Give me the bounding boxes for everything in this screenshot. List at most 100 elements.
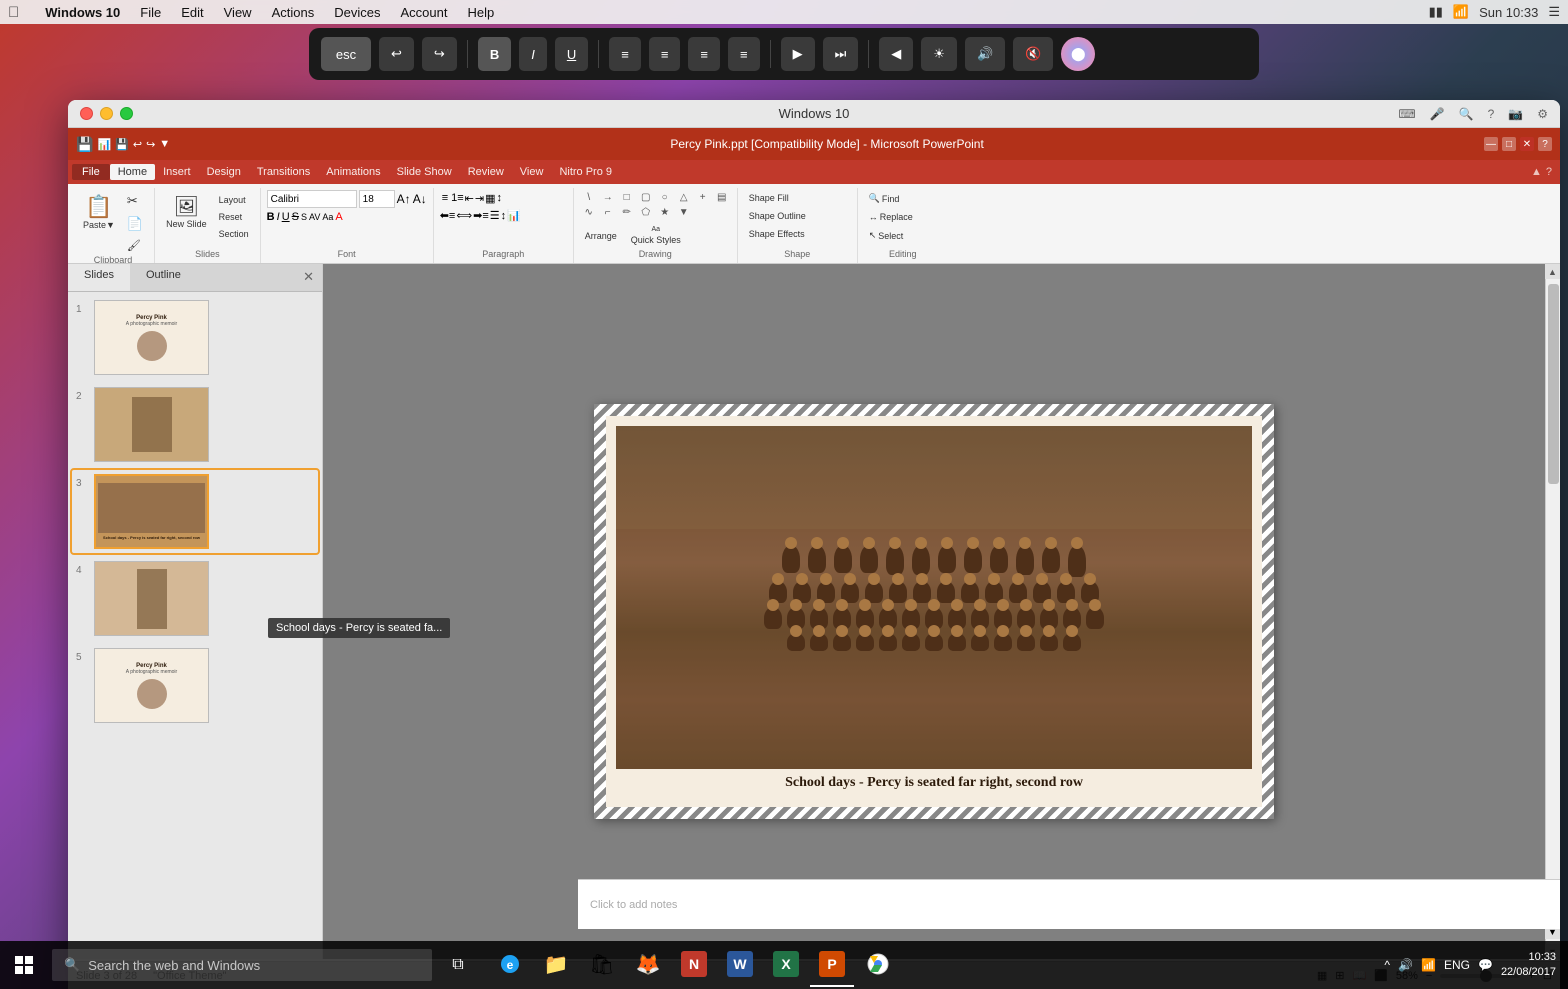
tb-align-right-button[interactable]: ≡: [688, 37, 720, 71]
strikethrough-button[interactable]: S: [292, 211, 299, 223]
slide-thumb-5[interactable]: Percy Pink A photographic memoir: [94, 648, 209, 723]
tab-outline[interactable]: Outline: [130, 264, 197, 291]
taskbar-store[interactable]: 🛍: [580, 943, 624, 987]
underline-button[interactable]: U: [282, 211, 290, 223]
decrease-font-btn[interactable]: A↓: [413, 192, 427, 206]
scroll-up-btn[interactable]: ▲: [1545, 264, 1560, 279]
help-icon[interactable]: ?: [1488, 107, 1495, 121]
kb-icon[interactable]: ⌨: [1398, 107, 1415, 121]
increase-indent-btn[interactable]: ⇥: [475, 192, 484, 205]
shape-line[interactable]: \: [580, 190, 598, 204]
slide-thumb-3[interactable]: School days - Percy is seated far right,…: [94, 474, 209, 549]
slide-canvas[interactable]: School days - Percy is seated far right,…: [594, 404, 1274, 819]
slide-thumb-2[interactable]: [94, 387, 209, 462]
shape-triangle[interactable]: △: [675, 190, 693, 204]
font-size-input[interactable]: [359, 190, 395, 208]
taskbar-unknown[interactable]: N: [672, 943, 716, 987]
align-center-btn[interactable]: ⟺: [456, 209, 472, 222]
taskbar-powerpoint[interactable]: P: [810, 943, 854, 987]
bold-button[interactable]: B: [267, 211, 275, 223]
vertical-scrollbar[interactable]: ▲ ▲ □ ▼ ▼: [1545, 264, 1560, 959]
decrease-indent-btn[interactable]: ⇤: [465, 192, 474, 205]
scrollbar-thumb[interactable]: [1548, 284, 1559, 484]
bullet-list-btn[interactable]: ≡: [440, 190, 450, 206]
tb-redo-button[interactable]: ↪: [422, 37, 457, 71]
maximize-button[interactable]: [120, 107, 133, 120]
tb-volume-button[interactable]: 🔊: [965, 37, 1005, 71]
slide-item-5[interactable]: 5 Percy Pink A photographic memoir: [72, 644, 318, 727]
start-button[interactable]: [0, 941, 48, 989]
shape-more[interactable]: +: [694, 190, 712, 204]
ppt-minimize-btn[interactable]: —: [1484, 137, 1498, 151]
find-button[interactable]: 🔍 Find: [864, 190, 918, 207]
tb-back-button[interactable]: ◀: [879, 37, 913, 71]
menu-account[interactable]: Account: [390, 3, 457, 22]
menu-windows10[interactable]: Windows 10: [35, 3, 130, 22]
tb-next-button[interactable]: ⏭: [823, 37, 859, 71]
spacing-button[interactable]: AV: [309, 212, 320, 222]
font-color-button[interactable]: A: [335, 211, 342, 223]
mic-icon[interactable]: 🎤: [1430, 107, 1445, 121]
screenshot-icon[interactable]: 📷: [1508, 107, 1523, 121]
save-btn[interactable]: 💾: [115, 138, 129, 151]
tab-transitions[interactable]: Transitions: [249, 164, 318, 180]
shape-scroll[interactable]: ▤: [713, 190, 731, 204]
shape-expand[interactable]: ▼: [675, 205, 693, 219]
arrange-button[interactable]: Arrange: [580, 228, 622, 244]
task-view-button[interactable]: ⧉: [436, 943, 480, 987]
tb-undo-button[interactable]: ↩: [379, 37, 414, 71]
notes-placeholder[interactable]: Click to add notes: [590, 899, 677, 911]
tb-esc-button[interactable]: esc: [321, 37, 371, 71]
smart-art-btn[interactable]: 📊: [507, 209, 521, 222]
layout-button[interactable]: Layout: [214, 192, 254, 208]
line-spacing-btn[interactable]: ↕: [501, 210, 507, 222]
menu-help[interactable]: Help: [457, 3, 504, 22]
ribbon-collapse-btn[interactable]: ▲: [1531, 166, 1546, 178]
tab-slides[interactable]: Slides: [68, 264, 130, 291]
taskbar-chrome[interactable]: [856, 943, 900, 987]
slides-list[interactable]: 1 Percy Pink A photographic memoir 2: [68, 292, 322, 959]
ppt-help-btn[interactable]: ?: [1538, 137, 1552, 151]
slide-thumb-1[interactable]: Percy Pink A photographic memoir: [94, 300, 209, 375]
slide-item-3[interactable]: 3 School days - Percy is seated far righ…: [72, 470, 318, 553]
taskbar-edge[interactable]: e: [488, 943, 532, 987]
shape-fill-button[interactable]: Shape Fill: [744, 190, 811, 206]
ppt-restore-btn[interactable]: □: [1502, 137, 1516, 151]
menu-devices[interactable]: Devices: [324, 3, 390, 22]
notification-icon[interactable]: 💬: [1478, 958, 1493, 972]
cut-button[interactable]: ✂: [122, 190, 148, 212]
tb-play-button[interactable]: ▶: [781, 37, 815, 71]
tb-siri-button[interactable]: ⬤: [1061, 37, 1095, 71]
slide-thumb-4[interactable]: [94, 561, 209, 636]
network-icon[interactable]: 📶: [1421, 958, 1436, 972]
slide-item-1[interactable]: 1 Percy Pink A photographic memoir: [72, 296, 318, 379]
redo-btn[interactable]: ↪: [146, 138, 155, 151]
tb-mute-button[interactable]: 🔇: [1013, 37, 1053, 71]
tab-home[interactable]: Home: [110, 164, 155, 180]
undo-btn[interactable]: ↩: [133, 138, 142, 151]
customize-btn[interactable]: ▼: [159, 138, 170, 150]
tb-align-center-button[interactable]: ≡: [649, 37, 681, 71]
italic-button[interactable]: I: [277, 211, 280, 223]
menu-view[interactable]: View: [214, 3, 262, 22]
replace-button[interactable]: ↔ Replace: [864, 209, 918, 225]
shape-rounded-rect[interactable]: ▢: [637, 190, 655, 204]
section-button[interactable]: Section: [214, 226, 254, 242]
shape-oval[interactable]: ○: [656, 190, 674, 204]
tab-design[interactable]: Design: [199, 164, 249, 180]
chevron-up-icon[interactable]: ^: [1384, 958, 1390, 972]
menu-edit[interactable]: Edit: [171, 3, 213, 22]
close-button[interactable]: [80, 107, 93, 120]
settings-icon[interactable]: ⚙: [1537, 107, 1548, 121]
taskbar-excel[interactable]: X: [764, 943, 808, 987]
tab-view[interactable]: View: [512, 164, 552, 180]
reset-button[interactable]: Reset: [214, 209, 254, 225]
tab-nitro[interactable]: Nitro Pro 9: [551, 164, 620, 180]
case-button[interactable]: Aa: [322, 212, 333, 222]
minimize-button[interactable]: [100, 107, 113, 120]
tb-align-left-button[interactable]: ≡: [609, 37, 641, 71]
shape-rect[interactable]: □: [618, 190, 636, 204]
tab-slideshow[interactable]: Slide Show: [389, 164, 460, 180]
taskbar-search[interactable]: 🔍 Search the web and Windows: [52, 949, 432, 981]
paste-button[interactable]: 📋 Paste▼: [78, 190, 120, 234]
